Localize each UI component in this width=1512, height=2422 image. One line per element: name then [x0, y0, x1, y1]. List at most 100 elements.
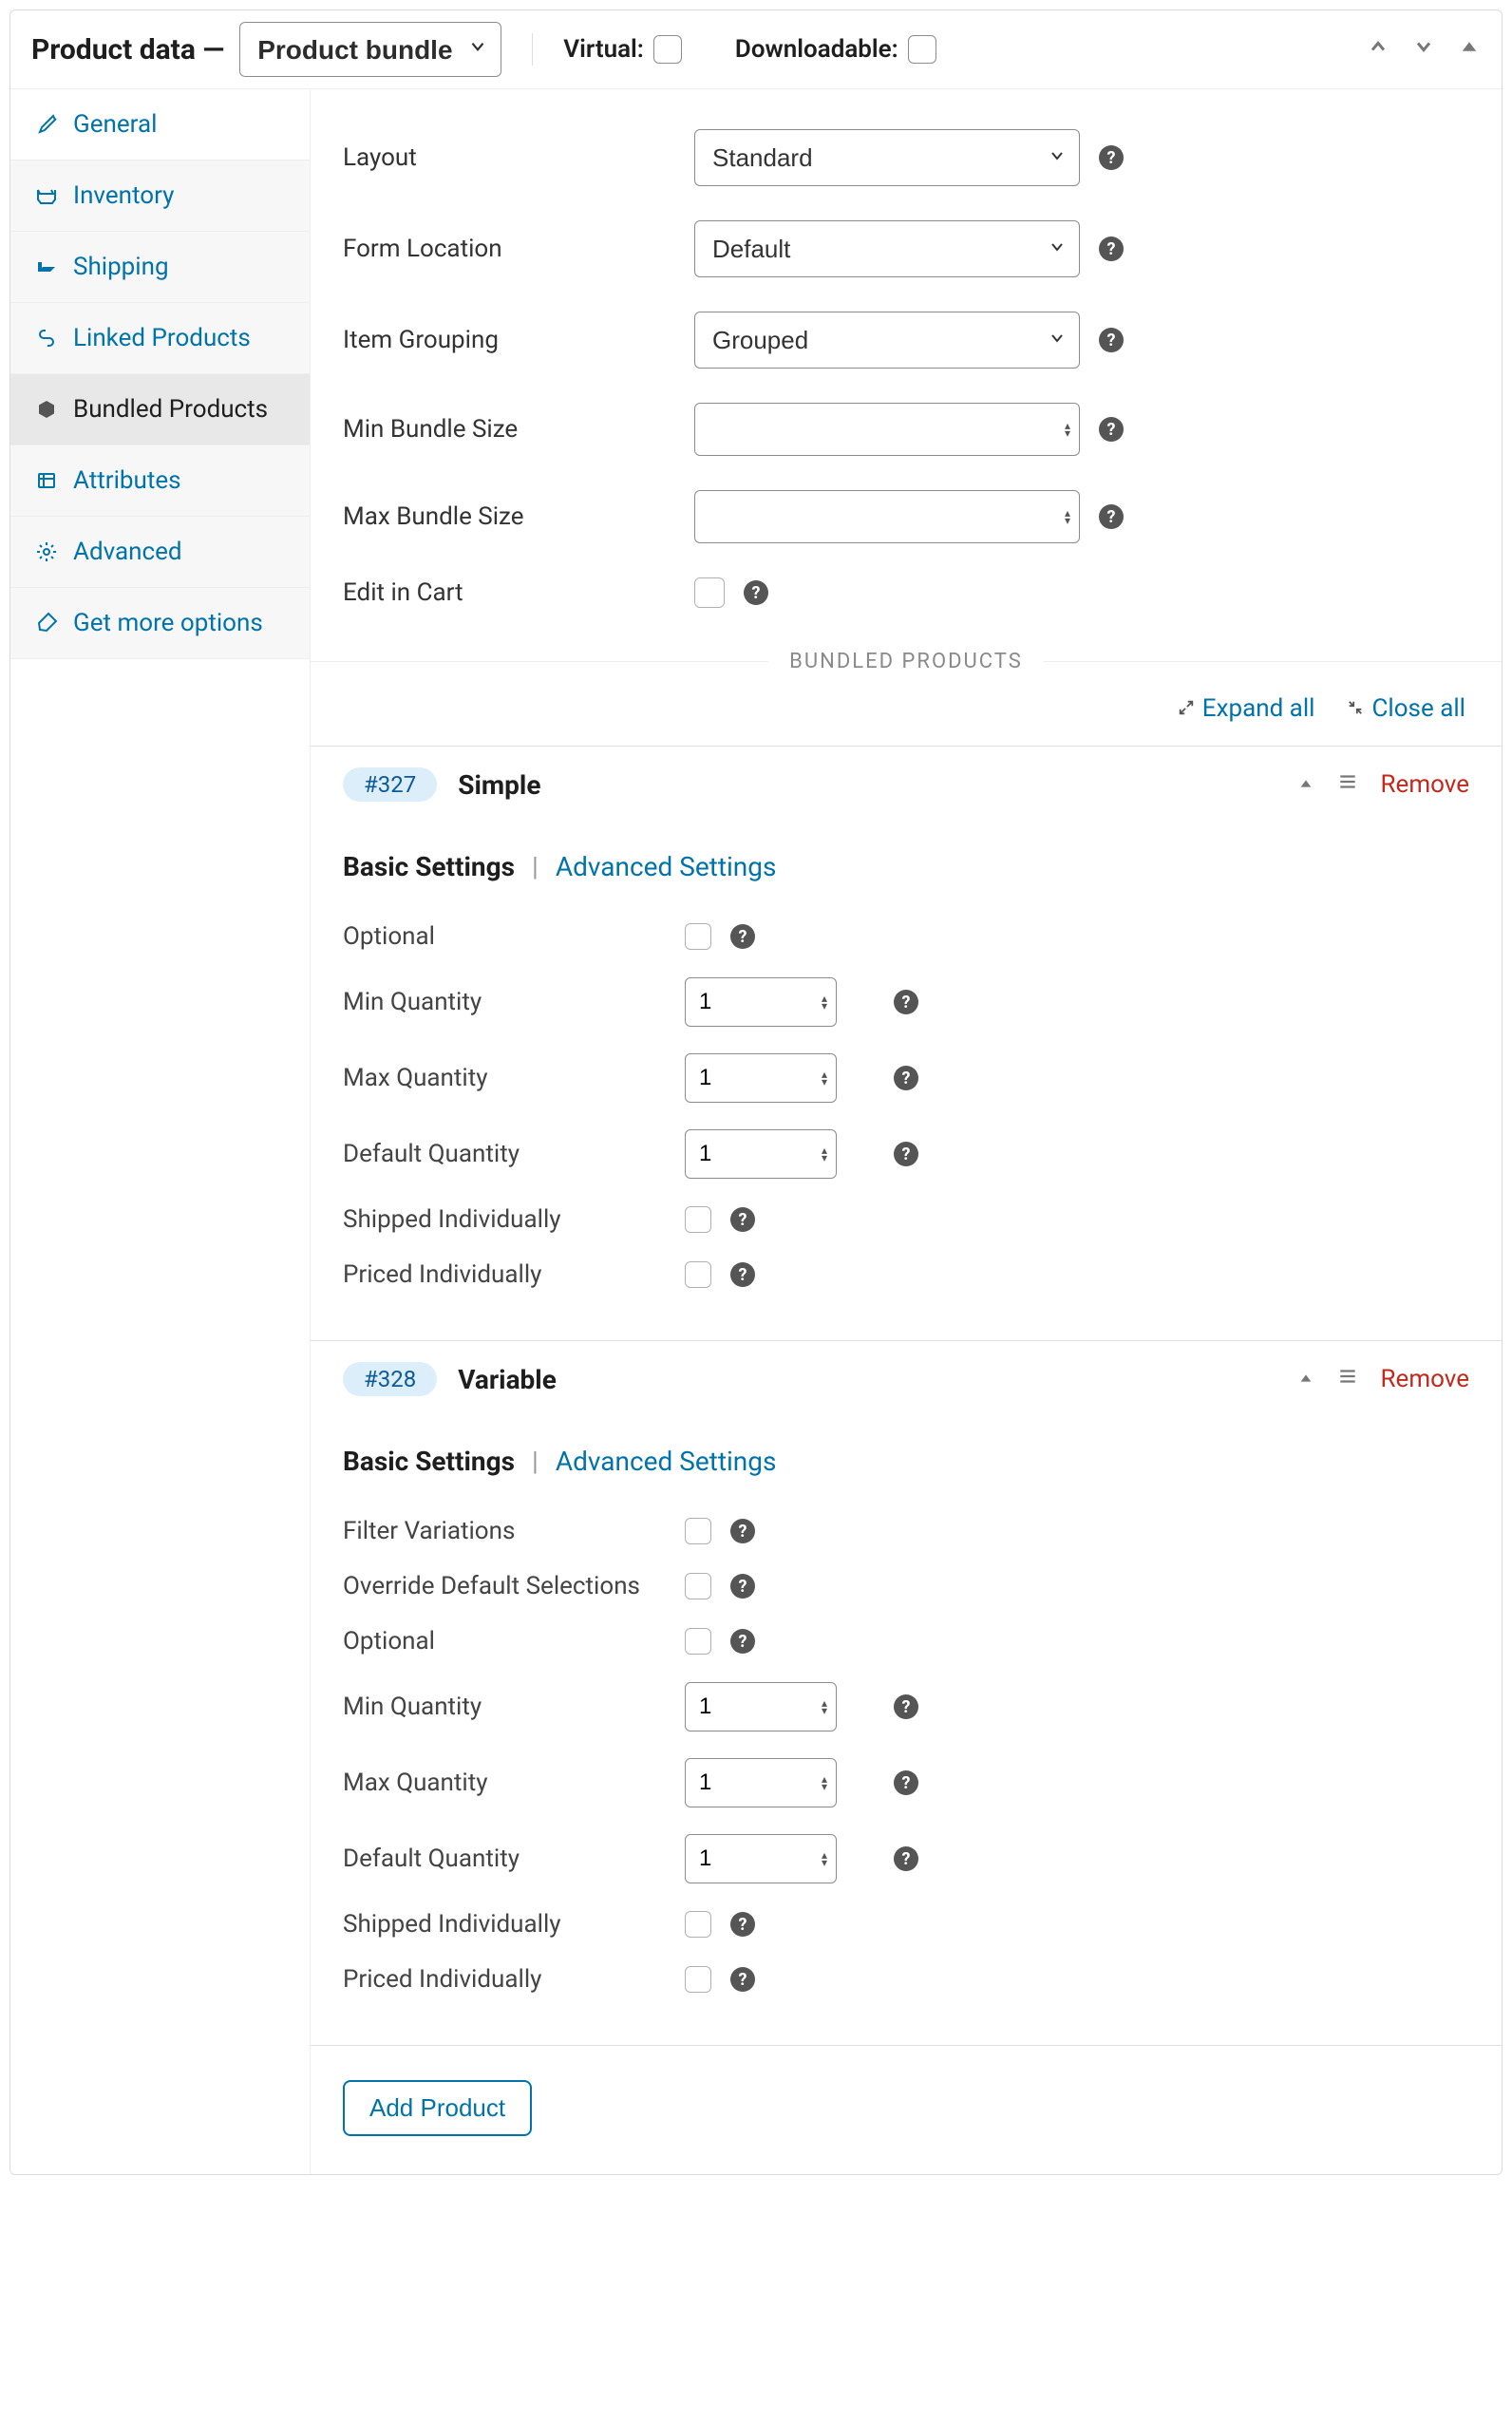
field-label: Default Quantity [343, 1140, 685, 1168]
spinner-icon[interactable]: ▴▾ [1065, 509, 1070, 524]
tab-advanced[interactable]: Advanced [10, 517, 310, 588]
priced-individually-checkbox[interactable] [685, 1261, 711, 1288]
override-default-selections-checkbox[interactable] [685, 1573, 711, 1599]
help-icon[interactable]: ? [894, 1846, 918, 1871]
product-data-header: Product data — Product bundle Virtual: D… [10, 10, 1502, 89]
bundled-product-body: Basic Settings|Advanced SettingsOptional… [311, 823, 1502, 1340]
default-quantity-input[interactable] [685, 1834, 837, 1883]
max-bundle-size-label: Max Bundle Size [343, 502, 694, 531]
max-quantity-input[interactable] [685, 1758, 837, 1807]
help-icon[interactable]: ? [1099, 237, 1124, 261]
product-name: Variable [458, 1364, 557, 1395]
min-bundle-size-input[interactable] [694, 403, 1080, 456]
advanced-settings-tab[interactable]: Advanced Settings [556, 851, 777, 882]
form-location-select[interactable]: Default [694, 220, 1080, 277]
help-icon[interactable]: ? [730, 1629, 755, 1654]
move-down-icon[interactable] [1412, 35, 1435, 64]
remove-link[interactable]: Remove [1381, 1365, 1469, 1393]
drag-handle-icon[interactable] [1337, 771, 1358, 798]
spinner-icon[interactable]: ▴▾ [1065, 422, 1070, 437]
downloadable-checkbox[interactable] [908, 35, 936, 64]
expand-all-link[interactable]: Expand all [1178, 694, 1315, 723]
default-quantity-input[interactable] [685, 1129, 837, 1179]
field-label: Min Quantity [343, 988, 685, 1016]
tab-get-more-options[interactable]: Get more options [10, 588, 310, 659]
tab-linked-products[interactable]: Linked Products [10, 303, 310, 374]
tab-shipping[interactable]: Shipping [10, 232, 310, 303]
collapse-icon [1347, 694, 1364, 723]
optional-checkbox[interactable] [685, 923, 711, 950]
help-icon[interactable]: ? [894, 1142, 918, 1166]
remove-link[interactable]: Remove [1381, 770, 1469, 799]
help-icon[interactable]: ? [730, 924, 755, 949]
tab-general[interactable]: General [10, 89, 310, 161]
help-icon[interactable]: ? [730, 1262, 755, 1287]
collapse-item-icon[interactable] [1297, 1366, 1314, 1392]
help-icon[interactable]: ? [730, 1912, 755, 1937]
product-type-select[interactable]: Product bundle [239, 22, 501, 77]
help-icon[interactable]: ? [730, 1207, 755, 1232]
spinner-icon[interactable]: ▴▾ [822, 1775, 827, 1790]
help-icon[interactable]: ? [1099, 145, 1124, 170]
field-label: Filter Variations [343, 1517, 685, 1545]
shipped-individually-checkbox[interactable] [685, 1206, 711, 1233]
filter-variations-checkbox[interactable] [685, 1518, 711, 1544]
spinner-icon[interactable]: ▴▾ [822, 1851, 827, 1866]
table-icon [35, 469, 60, 492]
spinner-icon[interactable]: ▴▾ [822, 994, 827, 1010]
downloadable-label: Downloadable: [735, 35, 898, 64]
add-product-button[interactable]: Add Product [343, 2080, 532, 2136]
tab-label: Attributes [73, 466, 181, 495]
help-icon[interactable]: ? [730, 1519, 755, 1543]
link-icon [35, 327, 60, 350]
layout-select[interactable]: Standard [694, 129, 1080, 186]
field-label: Optional [343, 922, 685, 951]
help-icon[interactable]: ? [1099, 504, 1124, 529]
min-quantity-input[interactable] [685, 977, 837, 1027]
field-label: Shipped Individually [343, 1910, 685, 1939]
max-quantity-input[interactable] [685, 1053, 837, 1103]
spinner-icon[interactable]: ▴▾ [822, 1146, 827, 1162]
tab-bundled-products[interactable]: Bundled Products [10, 374, 310, 445]
move-up-icon[interactable] [1367, 35, 1389, 64]
spinner-icon[interactable]: ▴▾ [822, 1699, 827, 1714]
toggle-panel-icon[interactable] [1458, 35, 1481, 64]
field-label: Priced Individually [343, 1260, 685, 1289]
tag-icon [35, 184, 60, 207]
help-icon[interactable]: ? [894, 1066, 918, 1090]
help-icon[interactable]: ? [1099, 328, 1124, 352]
spinner-icon[interactable]: ▴▾ [822, 1070, 827, 1086]
help-icon[interactable]: ? [744, 580, 768, 605]
help-icon[interactable]: ? [894, 1694, 918, 1719]
tab-label: Linked Products [73, 324, 251, 352]
drag-handle-icon[interactable] [1337, 1366, 1358, 1392]
help-icon[interactable]: ? [730, 1967, 755, 1992]
basic-settings-tab[interactable]: Basic Settings [343, 851, 515, 882]
virtual-checkbox[interactable] [653, 35, 682, 64]
collapse-item-icon[interactable] [1297, 771, 1314, 798]
priced-individually-checkbox[interactable] [685, 1966, 711, 1993]
tab-attributes[interactable]: Attributes [10, 445, 310, 517]
form-location-label: Form Location [343, 235, 694, 263]
tab-inventory[interactable]: Inventory [10, 161, 310, 232]
close-all-link[interactable]: Close all [1347, 694, 1465, 723]
help-icon[interactable]: ? [894, 990, 918, 1014]
bundled-product-header[interactable]: #327SimpleRemove [311, 747, 1502, 823]
advanced-settings-tab[interactable]: Advanced Settings [556, 1446, 777, 1477]
edit-in-cart-checkbox[interactable] [694, 577, 725, 608]
bundled-product-header[interactable]: #328VariableRemove [311, 1341, 1502, 1417]
item-grouping-select[interactable]: Grouped [694, 312, 1080, 369]
field-label: Max Quantity [343, 1769, 685, 1797]
min-quantity-input[interactable] [685, 1682, 837, 1731]
max-bundle-size-input[interactable] [694, 490, 1080, 543]
basic-settings-tab[interactable]: Basic Settings [343, 1446, 515, 1477]
bundled-product-body: Basic Settings|Advanced SettingsFilter V… [311, 1417, 1502, 2045]
product-name: Simple [458, 769, 540, 801]
help-icon[interactable]: ? [730, 1574, 755, 1599]
help-icon[interactable]: ? [1099, 417, 1124, 442]
optional-checkbox[interactable] [685, 1628, 711, 1655]
field-label: Shipped Individually [343, 1205, 685, 1234]
min-bundle-size-label: Min Bundle Size [343, 415, 694, 444]
shipped-individually-checkbox[interactable] [685, 1911, 711, 1938]
help-icon[interactable]: ? [894, 1770, 918, 1795]
